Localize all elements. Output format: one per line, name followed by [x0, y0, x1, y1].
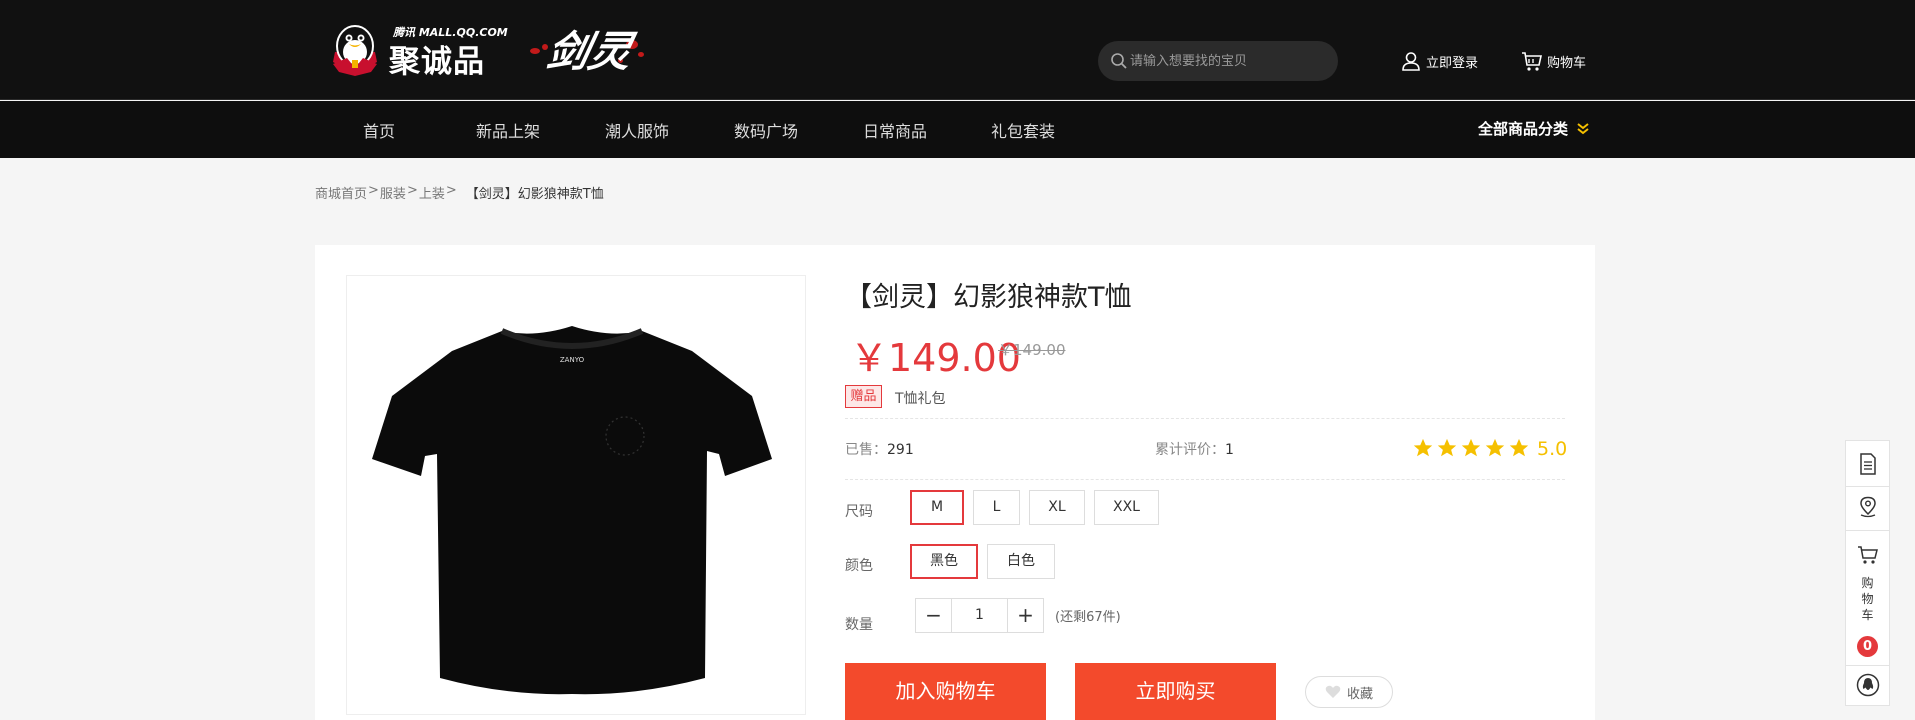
- qq-chat-icon: [1856, 673, 1879, 697]
- sidebar-cart-label: 购物车: [1846, 575, 1889, 623]
- breadcrumb-clothing[interactable]: 服装: [380, 183, 406, 202]
- all-categories-label: 全部商品分类: [1478, 120, 1569, 138]
- star-icon: [1509, 438, 1529, 457]
- quantity-decrease-button[interactable]: −: [916, 599, 951, 632]
- sidebar-divider: [1846, 486, 1889, 487]
- gift-badge: 赠品: [845, 385, 882, 408]
- gift-text[interactable]: T恤礼包: [895, 388, 946, 408]
- search-icon: [1111, 53, 1127, 69]
- game-logo[interactable]: 剑灵: [530, 18, 650, 82]
- tshirt-image: ZANYO: [372, 326, 772, 695]
- product-title: 【剑灵】幻影狼神款T恤: [845, 282, 1132, 313]
- add-to-cart-button[interactable]: 加入购物车: [845, 663, 1046, 720]
- star-icon: [1413, 438, 1433, 457]
- location-pin-icon: [1859, 496, 1876, 518]
- size-option-m[interactable]: M: [910, 490, 964, 525]
- nav-item-new-arrivals[interactable]: 新品上架: [476, 118, 540, 142]
- quantity-increase-button[interactable]: +: [1008, 599, 1043, 632]
- floating-sidebar: 购物车 0: [1845, 440, 1890, 706]
- nav-item-gift-packs[interactable]: 礼包套装: [991, 118, 1055, 142]
- all-categories-button[interactable]: 全部商品分类: [1478, 118, 1590, 139]
- star-icon: [1461, 438, 1481, 457]
- color-label: 颜色: [845, 558, 873, 574]
- site-logo[interactable]: 腾讯 MALL.QQ.COM 聚诚品: [325, 20, 508, 80]
- size-option-xxl[interactable]: XXL: [1094, 490, 1159, 525]
- sidebar-orders[interactable]: [1846, 453, 1889, 475]
- star-icon: [1437, 438, 1457, 457]
- main-nav: 首页 新品上架 潮人服饰 数码广场 日常商品 礼包套装 全部商品分类: [0, 101, 1915, 158]
- divider: [845, 479, 1565, 480]
- rating-score: 5.0: [1537, 438, 1568, 460]
- breadcrumb-separator: >: [445, 183, 457, 198]
- size-label: 尺码: [845, 504, 873, 520]
- favorite-label: 收藏: [1346, 686, 1373, 702]
- search-input[interactable]: [1130, 41, 1330, 81]
- product-image[interactable]: ZANYO: [346, 275, 806, 715]
- color-option-white[interactable]: 白色: [987, 544, 1055, 579]
- sold-value: 291: [887, 442, 914, 458]
- favorite-button[interactable]: 收藏: [1305, 676, 1393, 708]
- sidebar-divider: [1846, 665, 1889, 666]
- login-label: 立即登录: [1426, 55, 1479, 71]
- size-option-l[interactable]: L: [973, 490, 1020, 525]
- cart-count-badge: 0: [1857, 636, 1878, 657]
- quantity-stepper: − 1 +: [915, 598, 1044, 633]
- nav-item-fashion[interactable]: 潮人服饰: [605, 118, 669, 142]
- breadcrumb-current: 【剑灵】幻影狼神款T恤: [465, 187, 604, 202]
- top-header: 腾讯 MALL.QQ.COM 聚诚品 剑灵 立即登录 购物车: [0, 0, 1915, 100]
- breadcrumb: 商城首页 > 服装 > 上装 > 【剑灵】幻影狼神款T恤: [315, 183, 604, 202]
- header-cart-label: 购物车: [1547, 55, 1587, 71]
- breadcrumb-separator: >: [368, 183, 379, 198]
- review-count: 累计评价：1: [1155, 439, 1234, 459]
- sidebar-customer-service[interactable]: [1846, 673, 1889, 697]
- reviews-value: 1: [1225, 442, 1234, 458]
- game-logo-text: 剑灵: [542, 27, 637, 76]
- product-card: ZANYO 【剑灵】幻影狼神款T恤 ￥149.00 ￥149.00 赠品 T恤礼…: [315, 245, 1595, 720]
- search-box[interactable]: [1098, 41, 1338, 81]
- stock-remaining: (还剩67件): [1055, 610, 1121, 625]
- penguin-logo-icon: [333, 25, 377, 76]
- original-price: ￥149.00: [998, 341, 1066, 359]
- breadcrumb-tops[interactable]: 上装: [419, 183, 445, 202]
- size-option-xl[interactable]: XL: [1029, 490, 1085, 525]
- color-option-black[interactable]: 黑色: [910, 544, 978, 579]
- sold-count: 已售：291: [845, 439, 914, 459]
- shirt-print-text: ZANYO: [560, 356, 585, 364]
- heart-icon: [1325, 685, 1341, 698]
- header-cart-link[interactable]: 购物车: [1521, 48, 1586, 74]
- nav-item-digital[interactable]: 数码广场: [734, 118, 798, 142]
- rating-stars: [1412, 437, 1530, 459]
- star-icon: [1485, 438, 1505, 457]
- sidebar-location[interactable]: [1846, 496, 1889, 518]
- sold-label: 已售：: [845, 442, 887, 458]
- buy-now-button[interactable]: 立即购买: [1075, 663, 1276, 720]
- brand-name: 聚诚品: [389, 44, 485, 80]
- divider: [845, 418, 1565, 419]
- quantity-input[interactable]: 1: [951, 599, 1008, 632]
- nav-item-home[interactable]: 首页: [363, 118, 395, 142]
- breadcrumb-separator: >: [406, 183, 418, 198]
- double-chevron-down-icon: [1577, 122, 1589, 134]
- quantity-label: 数量: [845, 617, 873, 633]
- reviews-label: 累计评价：: [1155, 442, 1225, 458]
- nav-item-daily-goods[interactable]: 日常商品: [863, 118, 927, 142]
- breadcrumb-home[interactable]: 商城首页: [315, 183, 367, 202]
- shopping-cart-icon: [1522, 52, 1542, 71]
- shopping-cart-icon: [1857, 546, 1878, 564]
- sidebar-cart[interactable]: [1846, 545, 1889, 565]
- sidebar-cart-text: 购物车: [1861, 576, 1874, 622]
- user-icon: [1402, 52, 1420, 71]
- sidebar-divider: [1846, 530, 1889, 531]
- document-icon: [1859, 453, 1876, 475]
- product-price: ￥149.00: [850, 336, 1021, 380]
- login-link[interactable]: 立即登录: [1400, 48, 1478, 74]
